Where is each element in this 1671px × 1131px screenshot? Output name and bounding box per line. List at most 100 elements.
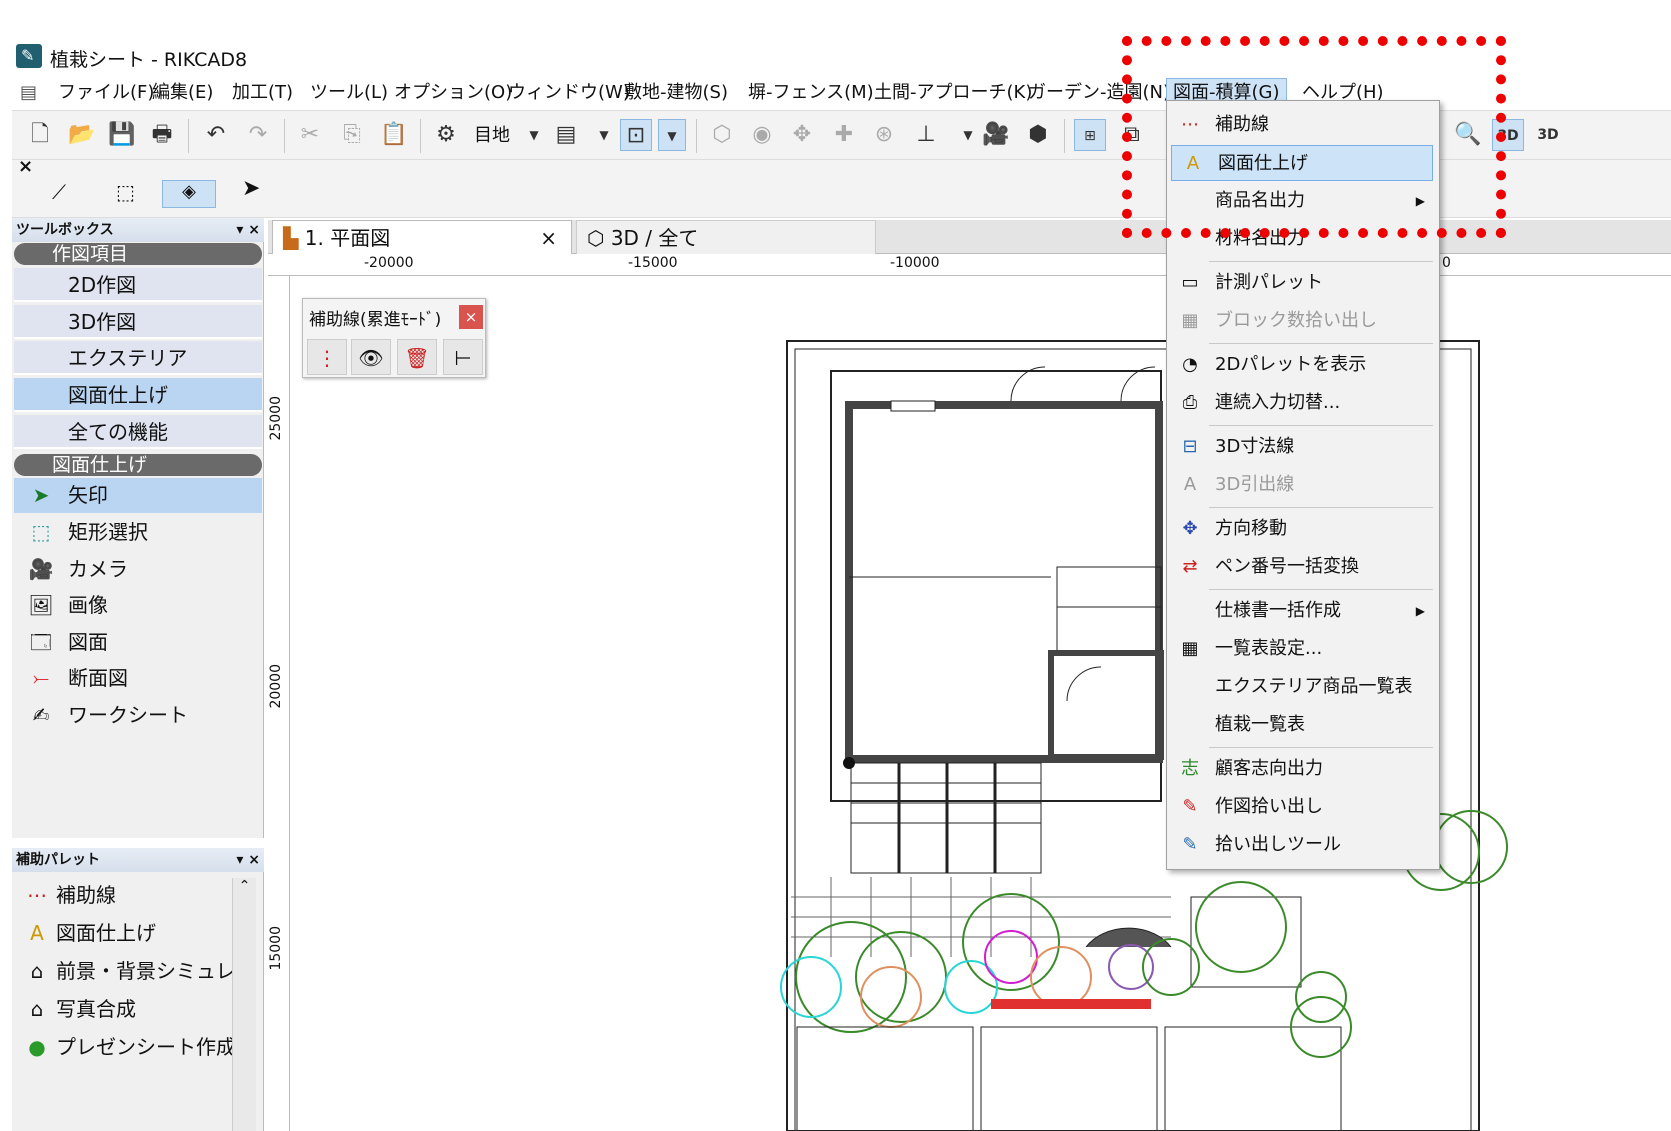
undo-icon[interactable]: ↶ [200,119,232,151]
view-3d-icon[interactable]: ⬡ [706,119,738,151]
aux-item-auxline[interactable]: ⋯ 補助線 [18,876,238,914]
tool-arrow[interactable]: ➤ 矢印 [14,478,262,513]
menu-item-label: 連続入力切替... [1215,392,1341,413]
tab-3d-view[interactable]: ⬡ 3D / 全て [576,220,876,254]
rect-tool-icon[interactable]: ⬚ [116,180,135,204]
pan-icon[interactable]: ✚ [828,119,860,151]
menu-item-show-2d-palette[interactable]: ◔ 2Dパレットを表示 [1169,347,1437,383]
menu-item-customer-output[interactable]: 志 顧客志向出力 [1169,751,1437,787]
menu-edit[interactable]: 編集(E) [146,78,219,108]
toolbox-item-3d[interactable]: 3D作図 [14,305,262,339]
menu-file[interactable]: ファイル(F) [52,78,160,108]
menu-item-exterior-product-list[interactable]: エクステリア商品一覧表 [1169,669,1437,705]
menu-item-label: ブロック数拾い出し [1215,310,1377,331]
aux-item-drawing-finish[interactable]: A 図面仕上げ [18,914,238,952]
window-menu-icon[interactable]: ▤ [20,82,37,103]
menu-item-3d-leader[interactable]: A 3D引出線 [1169,467,1437,503]
walk-icon[interactable]: ⊛ [868,119,900,151]
menu-item-planting-list[interactable]: 植栽一覧表 [1169,707,1437,743]
menu-item-directional-move[interactable]: ✥ 方向移動 [1169,511,1437,547]
rotate-icon[interactable]: ✥ [786,119,818,151]
panel-controls-icon[interactable]: ▾ × [236,218,260,242]
tool-drawing[interactable]: 🗔 図面 [14,625,262,660]
tool-worksheet[interactable]: ✍ ワークシート [14,698,262,733]
stack-dropdown-icon[interactable]: ▼ [588,119,620,151]
save-icon[interactable]: 💾 [106,119,138,151]
close-icon[interactable]: × [18,156,33,177]
stack-icon[interactable]: ▤ [550,119,582,151]
select-mode-icon[interactable]: ⊡ [620,119,652,151]
menu-item-spec-batch[interactable]: 仕様書一括作成 ▶ [1169,593,1437,629]
menu-item-block-count[interactable]: ▦ ブロック数拾い出し [1169,303,1437,339]
tab-plan-view[interactable]: ▙ 1. 平面図 × [272,220,572,254]
toolbox-item-exterior[interactable]: エクステリア [14,341,262,375]
toolbox-item-drawing-finish[interactable]: 図面仕上げ [14,378,262,412]
menu-item-pen-number-convert[interactable]: ⇄ ペン番号一括変換 [1169,549,1437,585]
tool-section[interactable]: ⤚ 断面図 [14,661,262,696]
menu-item-pickup-tool[interactable]: ✎ 拾い出しツール [1169,827,1437,863]
camera-icon[interactable]: 🎥 [980,119,1012,151]
auxline-settings-icon[interactable]: ⊢ [443,339,483,375]
auxline-floating-palette[interactable]: 補助線(累進ﾓｰﾄﾞ) × ⋮ 👁 🗑 ⊢ [302,298,486,378]
menu-item-3d-dimension[interactable]: ⊟ 3D寸法線 [1169,429,1437,465]
copy-icon[interactable]: ⎘ [336,119,368,151]
cut-icon[interactable]: ✂ [294,119,326,151]
menu-item-label: ペン番号一括変換 [1215,556,1359,577]
open-folder-icon[interactable]: 📂 [66,119,98,151]
redo-icon[interactable]: ↷ [242,119,274,151]
tab-close-icon[interactable]: × [540,221,557,255]
eye-icon[interactable]: 👁 [351,339,391,375]
drawing-icon: 🗔 [30,630,52,654]
aux-palette-header: 補助パレット ▾ × [12,848,264,872]
toolbox-item-all[interactable]: 全ての機能 [14,415,262,449]
menu-process[interactable]: 加工(T) [226,78,299,108]
tool-rect-select[interactable]: ⬚ 矩形選択 [14,515,262,550]
view-3d-alt-icon[interactable]: 3D [1532,119,1564,151]
trash-icon[interactable]: 🗑 [397,339,437,375]
layer-icon[interactable]: ⚙ [430,119,462,151]
eraser-tool-icon[interactable]: ◈ [162,180,216,208]
paste-icon[interactable]: 📋 [378,119,410,151]
new-file-icon[interactable]: 🗋 [24,119,56,151]
aux-palette-scrollbar[interactable]: ⌃ [232,878,256,1131]
rect-select-icon: ⬚ [31,520,51,544]
scroll-up-icon[interactable]: ⌃ [233,878,256,894]
layer-label[interactable]: 目地 [474,121,510,147]
tool-label: カメラ [68,557,128,581]
layer-dropdown-icon[interactable]: ▼ [518,119,550,151]
menu-item-list-settings[interactable]: ▦ 一覧表設定... [1169,631,1437,667]
menu-site-building[interactable]: 敷地-建物(S) [618,78,734,108]
tool-image[interactable]: 🖼 画像 [14,588,262,623]
group-drawing-items[interactable]: 作図項目 [14,243,262,265]
panel-controls-icon[interactable]: ▾ × [236,848,260,872]
block-icon: ▦ [1181,310,1199,331]
drawing-canvas[interactable] [291,277,1671,1131]
floating-palette-title: 補助線(累進ﾓｰﾄﾞ) [309,310,442,330]
line-tool-icon[interactable]: ⟋ [52,180,66,204]
menu-item-measure-palette[interactable]: ▭ 計測パレット [1169,265,1437,301]
group-drawing-finish[interactable]: 図面仕上げ [14,454,262,476]
aux-item-photo-composite[interactable]: ⌂ 写真合成 [18,990,238,1028]
menu-wall-fence[interactable]: 塀-フェンス(M) [742,78,880,108]
toolbox-item-2d[interactable]: 2D作図 [14,268,262,302]
menu-item-continuous-input[interactable]: ⎙ 連続入力切替... [1169,385,1437,421]
menu-option[interactable]: オプション(O) [388,78,518,108]
aux-item-presentation[interactable]: ● プレゼンシート作成 [18,1028,238,1066]
print-icon[interactable]: 🖶 [146,119,178,151]
select-mode-dropdown-icon[interactable]: ▼ [658,119,686,151]
aux-item-fore-background[interactable]: ⌂ 前景・背景シミュレー [18,952,238,990]
menu-window[interactable]: ウィンドウ(W) [502,78,636,108]
menu-tool[interactable]: ツール(L) [304,78,394,108]
menu-floor-approach[interactable]: 土間-アプローチ(K) [868,78,1038,108]
menu-item-label: 顧客志向出力 [1215,758,1323,779]
arrow-tool-icon[interactable]: ➤ [242,176,260,201]
auxline-draw-icon[interactable]: ⋮ [307,339,347,375]
plan-view-icon[interactable]: ⊞ [1074,119,1106,151]
tool-camera[interactable]: 🎥 カメラ [14,552,262,587]
floating-palette-close-button[interactable]: × [459,305,483,329]
orbit-icon[interactable]: ◉ [746,119,778,151]
menu-item-drawing-pickup[interactable]: ✎ 作図拾い出し [1169,789,1437,825]
axis-icon[interactable]: ⊥ [910,119,942,151]
box-icon[interactable]: ⬢ [1022,119,1054,151]
drawing-finish-icon: A [30,921,44,945]
